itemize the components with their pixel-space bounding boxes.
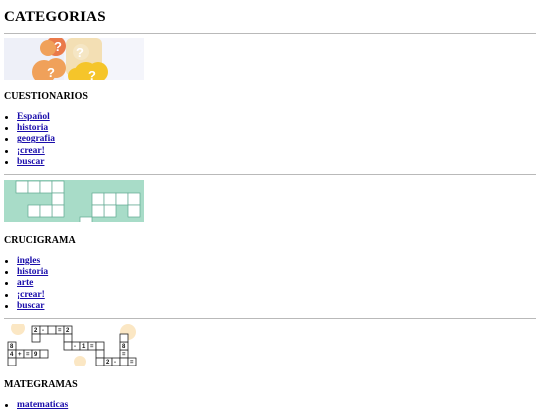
list-item: matematicas bbox=[4, 400, 68, 411]
svg-text:=: = bbox=[130, 360, 134, 366]
list-item: historia bbox=[4, 123, 55, 134]
svg-text:=: = bbox=[122, 352, 126, 358]
divider bbox=[4, 318, 536, 319]
svg-text:=: = bbox=[26, 352, 30, 358]
mategramas-links: matematicas bbox=[4, 400, 68, 411]
list-item: buscar bbox=[4, 301, 48, 312]
list-item: ingles bbox=[4, 256, 48, 267]
svg-text:?: ? bbox=[76, 45, 84, 60]
crucigrama-links: ingles historia arte ¡crear! buscar bbox=[4, 256, 48, 312]
crossword-grid-image[interactable] bbox=[4, 180, 144, 222]
list-item: ¡crear! bbox=[4, 146, 55, 157]
svg-text:=: = bbox=[90, 344, 94, 350]
link-buscar[interactable]: buscar bbox=[17, 157, 44, 167]
svg-text:=: = bbox=[58, 328, 62, 334]
svg-text:-: - bbox=[42, 328, 44, 334]
link-espanol[interactable]: Español bbox=[17, 112, 50, 122]
svg-text:-: - bbox=[74, 344, 76, 350]
link-historia[interactable]: historia bbox=[17, 267, 48, 277]
svg-text:+: + bbox=[18, 352, 22, 358]
cuestionarios-links: Español historia geografia ¡crear! busca… bbox=[4, 112, 55, 168]
link-crear[interactable]: ¡crear! bbox=[17, 146, 45, 156]
link-geografia[interactable]: geografia bbox=[17, 134, 55, 144]
section-heading-crucigrama: CRUCIGRAMA bbox=[4, 235, 76, 246]
link-matematicas[interactable]: matematicas bbox=[17, 400, 68, 410]
link-historia[interactable]: historia bbox=[17, 123, 48, 133]
link-crear[interactable]: ¡crear! bbox=[17, 290, 45, 300]
page-title: CATEGORIAS bbox=[4, 9, 106, 25]
svg-text:-: - bbox=[114, 360, 116, 366]
divider bbox=[4, 174, 536, 175]
svg-text:?: ? bbox=[88, 68, 96, 80]
link-ingles[interactable]: ingles bbox=[17, 256, 40, 266]
list-item: buscar bbox=[4, 157, 55, 168]
section-heading-cuestionarios: CUESTIONARIOS bbox=[4, 91, 88, 102]
list-item: arte bbox=[4, 278, 48, 289]
link-buscar[interactable]: buscar bbox=[17, 301, 44, 311]
math-puzzle-grid-image[interactable]: 2- = 2 8-1 = 8 4 + = 9 = 2- = bbox=[4, 324, 144, 366]
section-heading-mategramas: MATEGRAMAS bbox=[4, 379, 78, 390]
list-item: ¡crear! bbox=[4, 290, 48, 301]
list-item: geografia bbox=[4, 134, 55, 145]
list-item: Español bbox=[4, 112, 55, 123]
link-arte[interactable]: arte bbox=[17, 278, 33, 288]
list-item: historia bbox=[4, 267, 48, 278]
svg-text:?: ? bbox=[54, 39, 62, 54]
question-bubbles-image[interactable]: ? ? ? ? bbox=[4, 38, 144, 80]
divider bbox=[4, 33, 536, 34]
svg-text:?: ? bbox=[47, 65, 55, 80]
